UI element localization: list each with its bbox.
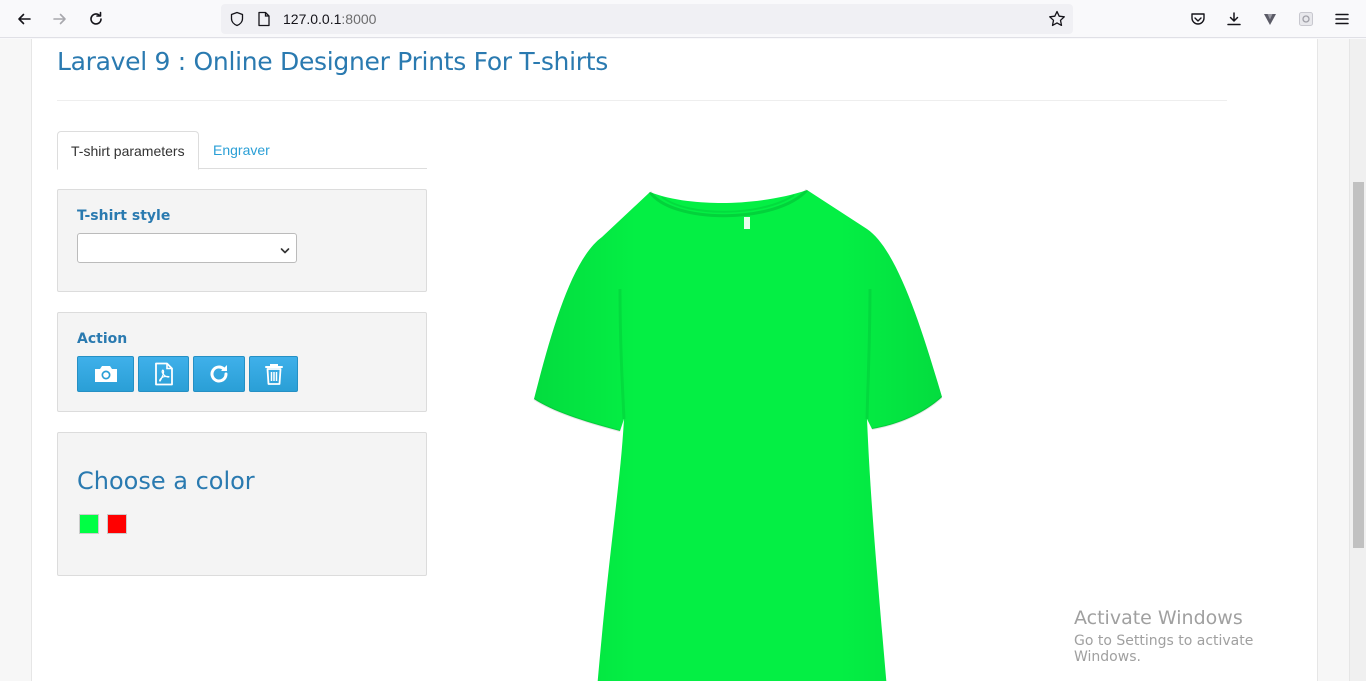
watermark-line1: Activate Windows xyxy=(1074,607,1243,629)
tab-bar: T-shirt parameters Engraver xyxy=(57,131,427,170)
address-bar[interactable]: 127.0.0.1:8000 xyxy=(221,4,1073,34)
trash-icon xyxy=(264,364,283,385)
camera-icon xyxy=(94,366,117,382)
arrow-right-icon xyxy=(53,13,66,25)
vertical-scrollbar[interactable] xyxy=(1349,39,1366,681)
export-pdf-button[interactable] xyxy=(138,356,189,392)
choose-color-title: Choose a color xyxy=(77,467,255,495)
shield-icon[interactable] xyxy=(229,11,245,32)
action-label: Action xyxy=(77,331,128,347)
pocket-icon xyxy=(1191,13,1205,25)
page-container: Laravel 9 : Online Designer Prints For T… xyxy=(31,39,1318,681)
page-icon[interactable] xyxy=(257,11,271,32)
color-panel: Choose a color xyxy=(57,432,427,576)
color-swatch-green[interactable] xyxy=(79,514,99,534)
scrollbar-thumb[interactable] xyxy=(1353,182,1364,548)
tab-engraver[interactable]: Engraver xyxy=(200,131,283,169)
bookmark-star-icon[interactable] xyxy=(1047,9,1067,34)
pocket-button[interactable] xyxy=(1186,7,1210,31)
chevron-down-icon xyxy=(280,243,290,261)
page-title: Laravel 9 : Online Designer Prints For T… xyxy=(57,47,608,76)
reload-button[interactable] xyxy=(84,7,108,31)
refresh-icon xyxy=(210,365,228,383)
extension-icon xyxy=(1299,12,1313,26)
tshirt-style-panel: T-shirt style xyxy=(57,189,427,292)
v-extension-icon xyxy=(1264,14,1276,25)
reload-icon xyxy=(90,11,102,25)
browser-toolbar: 127.0.0.1:8000 xyxy=(0,0,1366,38)
arrow-left-icon xyxy=(18,13,31,25)
tshirt-image xyxy=(533,188,943,681)
forward-button[interactable] xyxy=(48,7,72,31)
url-host: 127.0.0.1 xyxy=(283,11,342,27)
action-panel: Action xyxy=(57,312,427,412)
title-divider xyxy=(57,100,1227,101)
url-port: :8000 xyxy=(341,11,377,27)
download-icon xyxy=(1227,12,1241,26)
extension-v-button[interactable] xyxy=(1258,7,1282,31)
delete-button[interactable] xyxy=(249,356,298,392)
reset-button[interactable] xyxy=(193,356,245,392)
page-viewport: Laravel 9 : Online Designer Prints For T… xyxy=(0,39,1349,681)
color-swatch-red[interactable] xyxy=(107,514,127,534)
tshirt-preview[interactable] xyxy=(502,188,943,681)
hamburger-menu-icon xyxy=(1335,13,1349,25)
extension-gear-button[interactable] xyxy=(1294,7,1318,31)
tshirt-style-label: T-shirt style xyxy=(77,208,171,224)
windows-activation-watermark: Activate Windows Go to Settings to activ… xyxy=(1074,607,1317,665)
back-button[interactable] xyxy=(12,7,36,31)
watermark-line2: Go to Settings to activate Windows. xyxy=(1074,633,1254,665)
url-text[interactable]: 127.0.0.1:8000 xyxy=(283,11,376,27)
pdf-file-icon xyxy=(154,362,173,386)
tab-tshirt-parameters[interactable]: T-shirt parameters xyxy=(57,131,199,170)
menu-button[interactable] xyxy=(1330,7,1354,31)
tshirt-style-select[interactable] xyxy=(77,233,297,263)
snapshot-button[interactable] xyxy=(77,356,134,392)
downloads-button[interactable] xyxy=(1222,7,1246,31)
